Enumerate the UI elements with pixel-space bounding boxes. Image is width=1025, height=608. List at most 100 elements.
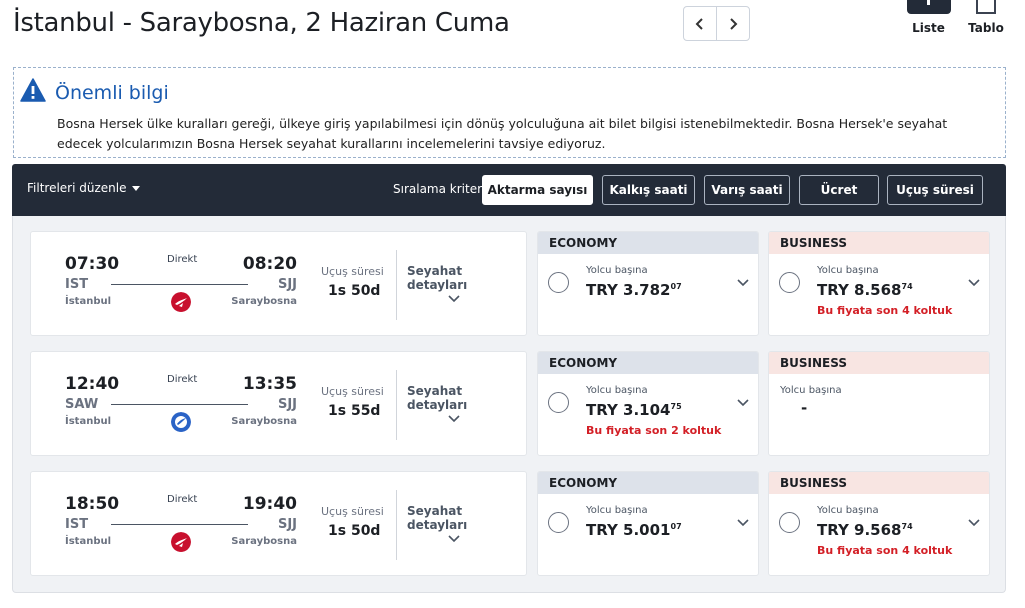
edit-filters-label: Filtreleri düzenle [27, 181, 127, 195]
per-passenger-label: Yolcu başına [586, 265, 648, 276]
departure-city: İstanbul [65, 416, 112, 427]
arrival-code: SJJ [277, 277, 297, 292]
duration-value: 1s 50d [328, 283, 381, 299]
departure-time: 18:50 [65, 494, 120, 514]
fare-radio[interactable] [779, 272, 800, 293]
business-fare-card[interactable]: BUSINESS Yolcu başına TRY 9.56874 Bu fiy… [768, 471, 990, 576]
per-passenger-label: Yolcu başına [780, 385, 842, 396]
divider [396, 250, 397, 320]
page-title: İstanbul - Saraybosna, 2 Haziran Cuma [13, 8, 510, 38]
arrival-city: Saraybosna [231, 416, 297, 427]
seats-left-warning: Bu fiyata son 4 koltuk [817, 304, 953, 317]
chevron-down-icon[interactable] [447, 292, 461, 306]
direct-label: Direkt [167, 254, 198, 265]
important-info-box: Önemli bilgi Bosna Hersek ülke kuralları… [13, 67, 1006, 158]
chevron-down-icon[interactable] [736, 396, 750, 410]
business-fare-card[interactable]: BUSINESS Yolcu başına TRY 8.56874 Bu fiy… [768, 231, 990, 336]
edit-filters-button[interactable]: Filtreleri düzenle [27, 181, 141, 195]
economy-header: ECONOMY [538, 352, 758, 374]
previous-day-button[interactable] [684, 7, 716, 40]
view-list-label: Liste [912, 21, 945, 35]
arrival-time: 13:35 [242, 374, 297, 394]
date-navigation [683, 6, 750, 41]
direct-label: Direkt [167, 374, 198, 385]
arrival-code: SJJ [277, 397, 297, 412]
route-line [111, 284, 248, 285]
duration-label: Uçuş süresi [321, 385, 384, 398]
anadolujet-logo-icon [171, 412, 191, 432]
economy-fare-card[interactable]: ECONOMY Yolcu başına TRY 5.00107 [537, 471, 759, 576]
table-view-icon [976, 0, 996, 14]
view-table-button[interactable]: Tablo [966, 0, 1006, 36]
sort-label: Sıralama kriteri [393, 182, 486, 196]
sort-arrival-button[interactable]: Varış saati [704, 175, 790, 205]
flight-results: 07:30 IST İstanbul Direkt 08:20 SJJ Sara… [12, 216, 1006, 593]
sort-departure-button[interactable]: Kalkış saati [602, 175, 695, 205]
chevron-down-icon[interactable] [736, 516, 750, 530]
route-line [111, 404, 248, 405]
departure-time: 12:40 [65, 374, 120, 394]
economy-header: ECONOMY [538, 472, 758, 494]
arrival-city: Saraybosna [231, 536, 297, 547]
flight-card[interactable]: 07:30 IST İstanbul Direkt 08:20 SJJ Sara… [30, 231, 527, 336]
view-table-label: Tablo [968, 21, 1004, 35]
per-passenger-label: Yolcu başına [817, 265, 879, 276]
economy-fare-card[interactable]: ECONOMY Yolcu başına TRY 3.10475 Bu fiya… [537, 351, 759, 456]
arrival-time: 19:40 [242, 494, 297, 514]
chevron-left-icon [695, 17, 703, 30]
list-view-icon [906, 0, 951, 14]
divider [396, 490, 397, 560]
chevron-down-icon[interactable] [736, 276, 750, 290]
departure-code: IST [65, 277, 89, 292]
per-passenger-label: Yolcu başına [586, 505, 648, 516]
travel-details-button[interactable]: Seyahat detayları [407, 264, 526, 292]
sort-transfers-button[interactable]: Aktarma sayısı [482, 175, 593, 205]
sort-duration-button[interactable]: Uçuş süresi [887, 175, 983, 205]
fare-price: TRY 3.10475 [586, 401, 682, 419]
caret-down-icon [132, 186, 141, 191]
per-passenger-label: Yolcu başına [817, 505, 879, 516]
chevron-down-icon[interactable] [447, 532, 461, 546]
chevron-down-icon[interactable] [967, 516, 981, 530]
fare-radio[interactable] [779, 512, 800, 533]
travel-details-button[interactable]: Seyahat detayları [407, 384, 526, 412]
warning-icon [20, 78, 46, 102]
divider [396, 370, 397, 440]
info-text: Bosna Hersek ülke kuralları gereği, ülke… [57, 116, 948, 151]
economy-header: ECONOMY [538, 232, 758, 254]
fare-price: TRY 3.78207 [586, 281, 682, 299]
info-title: Önemli bilgi [55, 82, 169, 104]
route-line [111, 524, 248, 525]
chevron-down-icon[interactable] [967, 276, 981, 290]
departure-time: 07:30 [65, 254, 120, 274]
business-header: BUSINESS [769, 352, 989, 374]
fare-unavailable: - [801, 399, 808, 417]
turkish-airlines-logo-icon [171, 292, 191, 312]
business-fare-card: BUSINESS Yolcu başına - [768, 351, 990, 456]
fare-price: TRY 5.00107 [586, 521, 682, 539]
fare-radio[interactable] [548, 512, 569, 533]
sort-price-button[interactable]: Ücret [799, 175, 879, 205]
seats-left-warning: Bu fiyata son 4 koltuk [817, 544, 953, 557]
view-list-button[interactable]: Liste [906, 0, 951, 36]
flight-card[interactable]: 18:50 IST İstanbul Direkt 19:40 SJJ Sara… [30, 471, 527, 576]
departure-city: İstanbul [65, 536, 112, 547]
filter-sort-bar: Filtreleri düzenle Sıralama kriteri Akta… [12, 164, 1006, 216]
duration-value: 1s 50d [328, 523, 381, 539]
fare-radio[interactable] [548, 392, 569, 413]
next-day-button[interactable] [716, 7, 749, 40]
business-header: BUSINESS [769, 232, 989, 254]
flight-card[interactable]: 12:40 SAW İstanbul Direkt 13:35 SJJ Sara… [30, 351, 527, 456]
duration-value: 1s 55d [328, 403, 381, 419]
per-passenger-label: Yolcu başına [586, 385, 648, 396]
arrival-city: Saraybosna [231, 296, 297, 307]
travel-details-button[interactable]: Seyahat detayları [407, 504, 526, 532]
arrival-code: SJJ [277, 517, 297, 532]
duration-label: Uçuş süresi [321, 505, 384, 518]
economy-fare-card[interactable]: ECONOMY Yolcu başına TRY 3.78207 [537, 231, 759, 336]
fare-radio[interactable] [548, 272, 569, 293]
fare-price: TRY 9.56874 [817, 521, 913, 539]
seats-left-warning: Bu fiyata son 2 koltuk [586, 424, 722, 437]
departure-code: IST [65, 517, 89, 532]
chevron-down-icon[interactable] [447, 412, 461, 426]
